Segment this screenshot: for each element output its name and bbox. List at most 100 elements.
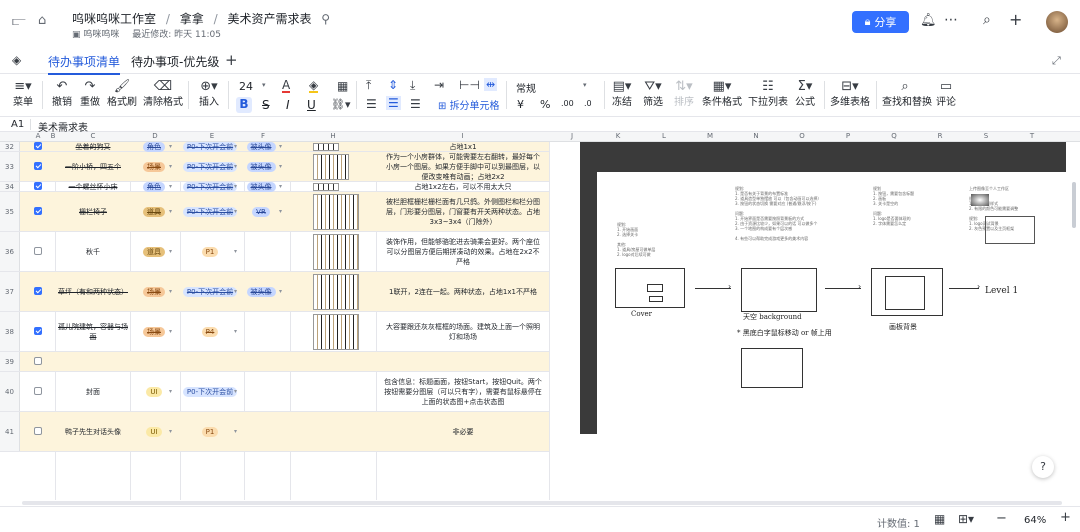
- chevron-down-icon[interactable]: ▾: [279, 183, 282, 190]
- priority-cell[interactable]: P1: [182, 232, 238, 272]
- conditional-format-button[interactable]: ▦▾ 条件格式: [702, 80, 742, 109]
- description-cell[interactable]: 占地1x1: [380, 142, 546, 152]
- sketch-thumbnail[interactable]: [313, 154, 349, 180]
- chevron-down-icon[interactable]: ▾: [169, 428, 172, 435]
- find-replace-button[interactable]: ⌕ 查找和替换: [882, 80, 932, 109]
- row-number[interactable]: 34: [0, 182, 20, 191]
- undo-button[interactable]: ↶ 撤销: [50, 80, 74, 109]
- column-label[interactable]: P: [825, 132, 871, 140]
- tab-todo-priority[interactable]: 待办事项-优先级: [131, 53, 219, 70]
- chevron-down-icon[interactable]: ▾: [279, 163, 282, 170]
- sketch-thumbnail[interactable]: [313, 234, 359, 270]
- chevron-down-icon[interactable]: ▾: [279, 208, 282, 215]
- chevron-down-icon[interactable]: ▾: [583, 81, 587, 89]
- column-label[interactable]: M: [687, 132, 733, 140]
- description-cell[interactable]: 非必要: [380, 412, 546, 452]
- priority-cell[interactable]: P0-下次开会前: [182, 272, 238, 312]
- align-bottom-icon[interactable]: ⤓: [410, 78, 415, 93]
- row-number[interactable]: 39: [0, 352, 20, 371]
- chevron-down-icon[interactable]: ▾: [234, 143, 237, 150]
- chevron-down-icon[interactable]: ▾: [234, 328, 237, 335]
- column-label[interactable]: K: [595, 132, 641, 140]
- overflow-icon[interactable]: ⊢⊣: [459, 78, 480, 92]
- align-left-icon[interactable]: ☰: [366, 97, 377, 111]
- column-label[interactable]: Q: [871, 132, 917, 140]
- redo-button[interactable]: ↷ 重做: [78, 80, 102, 109]
- task-checkbox[interactable]: [34, 357, 42, 365]
- sketch-thumbnail[interactable]: [313, 314, 359, 350]
- layout-icon[interactable]: ⊞▾: [958, 512, 974, 526]
- task-checkbox[interactable]: [34, 427, 42, 435]
- chevron-down-icon[interactable]: ▾: [169, 208, 172, 215]
- task-name[interactable]: 秋千: [58, 232, 128, 272]
- column-label[interactable]: N: [733, 132, 779, 140]
- task-name[interactable]: 一阶小桥，四五个: [58, 152, 128, 182]
- zoom-level[interactable]: 64%: [1024, 515, 1046, 526]
- chevron-down-icon[interactable]: ▾: [169, 288, 172, 295]
- task-checkbox[interactable]: [34, 327, 42, 335]
- format-painter-button[interactable]: 🖌︎ 格式刷: [106, 80, 138, 109]
- owner-cell[interactable]: 被头像: [246, 152, 276, 182]
- description-cell[interactable]: 1联开，2连在一起。两种状态，占地1x1不严格: [380, 272, 546, 312]
- chevron-down-icon[interactable]: ▾: [279, 288, 282, 295]
- sidebar-toggle-icon[interactable]: ⫍: [12, 14, 26, 29]
- owner-cell[interactable]: 被头像: [246, 182, 276, 192]
- zoom-out-button[interactable]: −: [996, 511, 1007, 526]
- filter-button[interactable]: ⛛▾ 筛选: [641, 80, 665, 109]
- column-label[interactable]: L: [641, 132, 687, 140]
- chevron-down-icon[interactable]: ▾: [262, 81, 266, 89]
- border-icon[interactable]: ▦: [337, 79, 348, 93]
- table-row[interactable]: 35 栅栏椅子 道具 ▾ P0-下次开会前 ▾ VR ▾ 被栏胆框栅栏栅栏面有几只鸽。外侧图栏和…: [0, 192, 549, 232]
- expand-icon[interactable]: ⤢: [1052, 54, 1061, 68]
- chevron-down-icon[interactable]: ▾: [169, 183, 172, 190]
- table-row[interactable]: 36 秋千 道具 ▾ P1 ▾ 装饰作用，但能够骆驼进去骑乘会更好。两个座位可以分图层方便后…: [0, 232, 549, 272]
- column-label[interactable]: O: [779, 132, 825, 140]
- task-name[interactable]: 坐着的狗又: [58, 142, 128, 152]
- row-number[interactable]: 40: [0, 372, 20, 411]
- row-number[interactable]: 37: [0, 272, 20, 311]
- column-label[interactable]: I: [376, 132, 549, 140]
- chevron-down-icon[interactable]: ▾: [234, 248, 237, 255]
- search-icon[interactable]: ⌕: [983, 12, 991, 28]
- home-icon[interactable]: ⌂: [38, 13, 46, 28]
- task-name[interactable]: 草坪（有和两种状态）: [58, 272, 128, 312]
- freeze-button[interactable]: ▤▾ 冻结: [610, 80, 634, 109]
- column-label[interactable]: E: [180, 132, 244, 140]
- task-name[interactable]: [58, 352, 128, 372]
- breadcrumb-item[interactable]: 呜咪呜咪工作室: [72, 12, 156, 26]
- chevron-down-icon[interactable]: ▾: [234, 163, 237, 170]
- clip-icon[interactable]: ⇹: [484, 78, 498, 91]
- priority-cell[interactable]: P1: [182, 412, 238, 452]
- description-cell[interactable]: 占地1x2左右，可以不用太大只: [380, 182, 546, 192]
- table-row[interactable]: 38 孤儿院建筑，容器与场面 场景 ▾ P4 ▾ 大容要跟还灰灰框框的场面。建筑及上面一个照…: [0, 312, 549, 352]
- pin-icon[interactable]: ⚲: [321, 12, 330, 26]
- column-label[interactable]: S: [963, 132, 1009, 140]
- currency-button[interactable]: ¥: [517, 98, 524, 111]
- column-label[interactable]: D: [130, 132, 180, 140]
- owner-cell[interactable]: 被头像: [246, 142, 276, 152]
- dropdown-list-button[interactable]: ☷ 下拉列表: [748, 80, 788, 109]
- font-color-icon[interactable]: A: [282, 79, 291, 93]
- sort-button[interactable]: ⇅▾ 排序: [672, 80, 696, 109]
- column-label[interactable]: T: [1009, 132, 1055, 140]
- align-center-icon[interactable]: ☰: [386, 96, 401, 110]
- task-checkbox[interactable]: [34, 247, 42, 255]
- priority-cell[interactable]: P0-下次开会前: [182, 152, 238, 182]
- description-cell[interactable]: 作为一个小房群体，可能需要左右翻转，最好每个小房一个图层。如果方便手脚中可以到最…: [380, 152, 546, 182]
- chevron-down-icon[interactable]: ▾: [234, 428, 237, 435]
- align-top-icon[interactable]: ⤒: [366, 78, 371, 93]
- task-checkbox[interactable]: [34, 142, 42, 150]
- cell-reference[interactable]: A1: [11, 119, 24, 130]
- share-button[interactable]: 🔒︎ 分享: [852, 11, 909, 33]
- chevron-down-icon[interactable]: ▾: [279, 143, 282, 150]
- merge-cells-button[interactable]: ⊞ 拆分单元格: [438, 97, 500, 112]
- italic-button[interactable]: I: [286, 98, 290, 112]
- row-number[interactable]: 33: [0, 152, 20, 181]
- breadcrumb-item[interactable]: 拿拿: [180, 12, 204, 26]
- sketch-thumbnail[interactable]: [313, 143, 339, 151]
- task-checkbox[interactable]: [34, 287, 42, 295]
- add-icon[interactable]: +: [1009, 10, 1022, 29]
- strike-button[interactable]: S: [262, 98, 270, 112]
- owner-cell[interactable]: VR: [246, 192, 276, 232]
- task-name[interactable]: 栅栏椅子: [58, 192, 128, 232]
